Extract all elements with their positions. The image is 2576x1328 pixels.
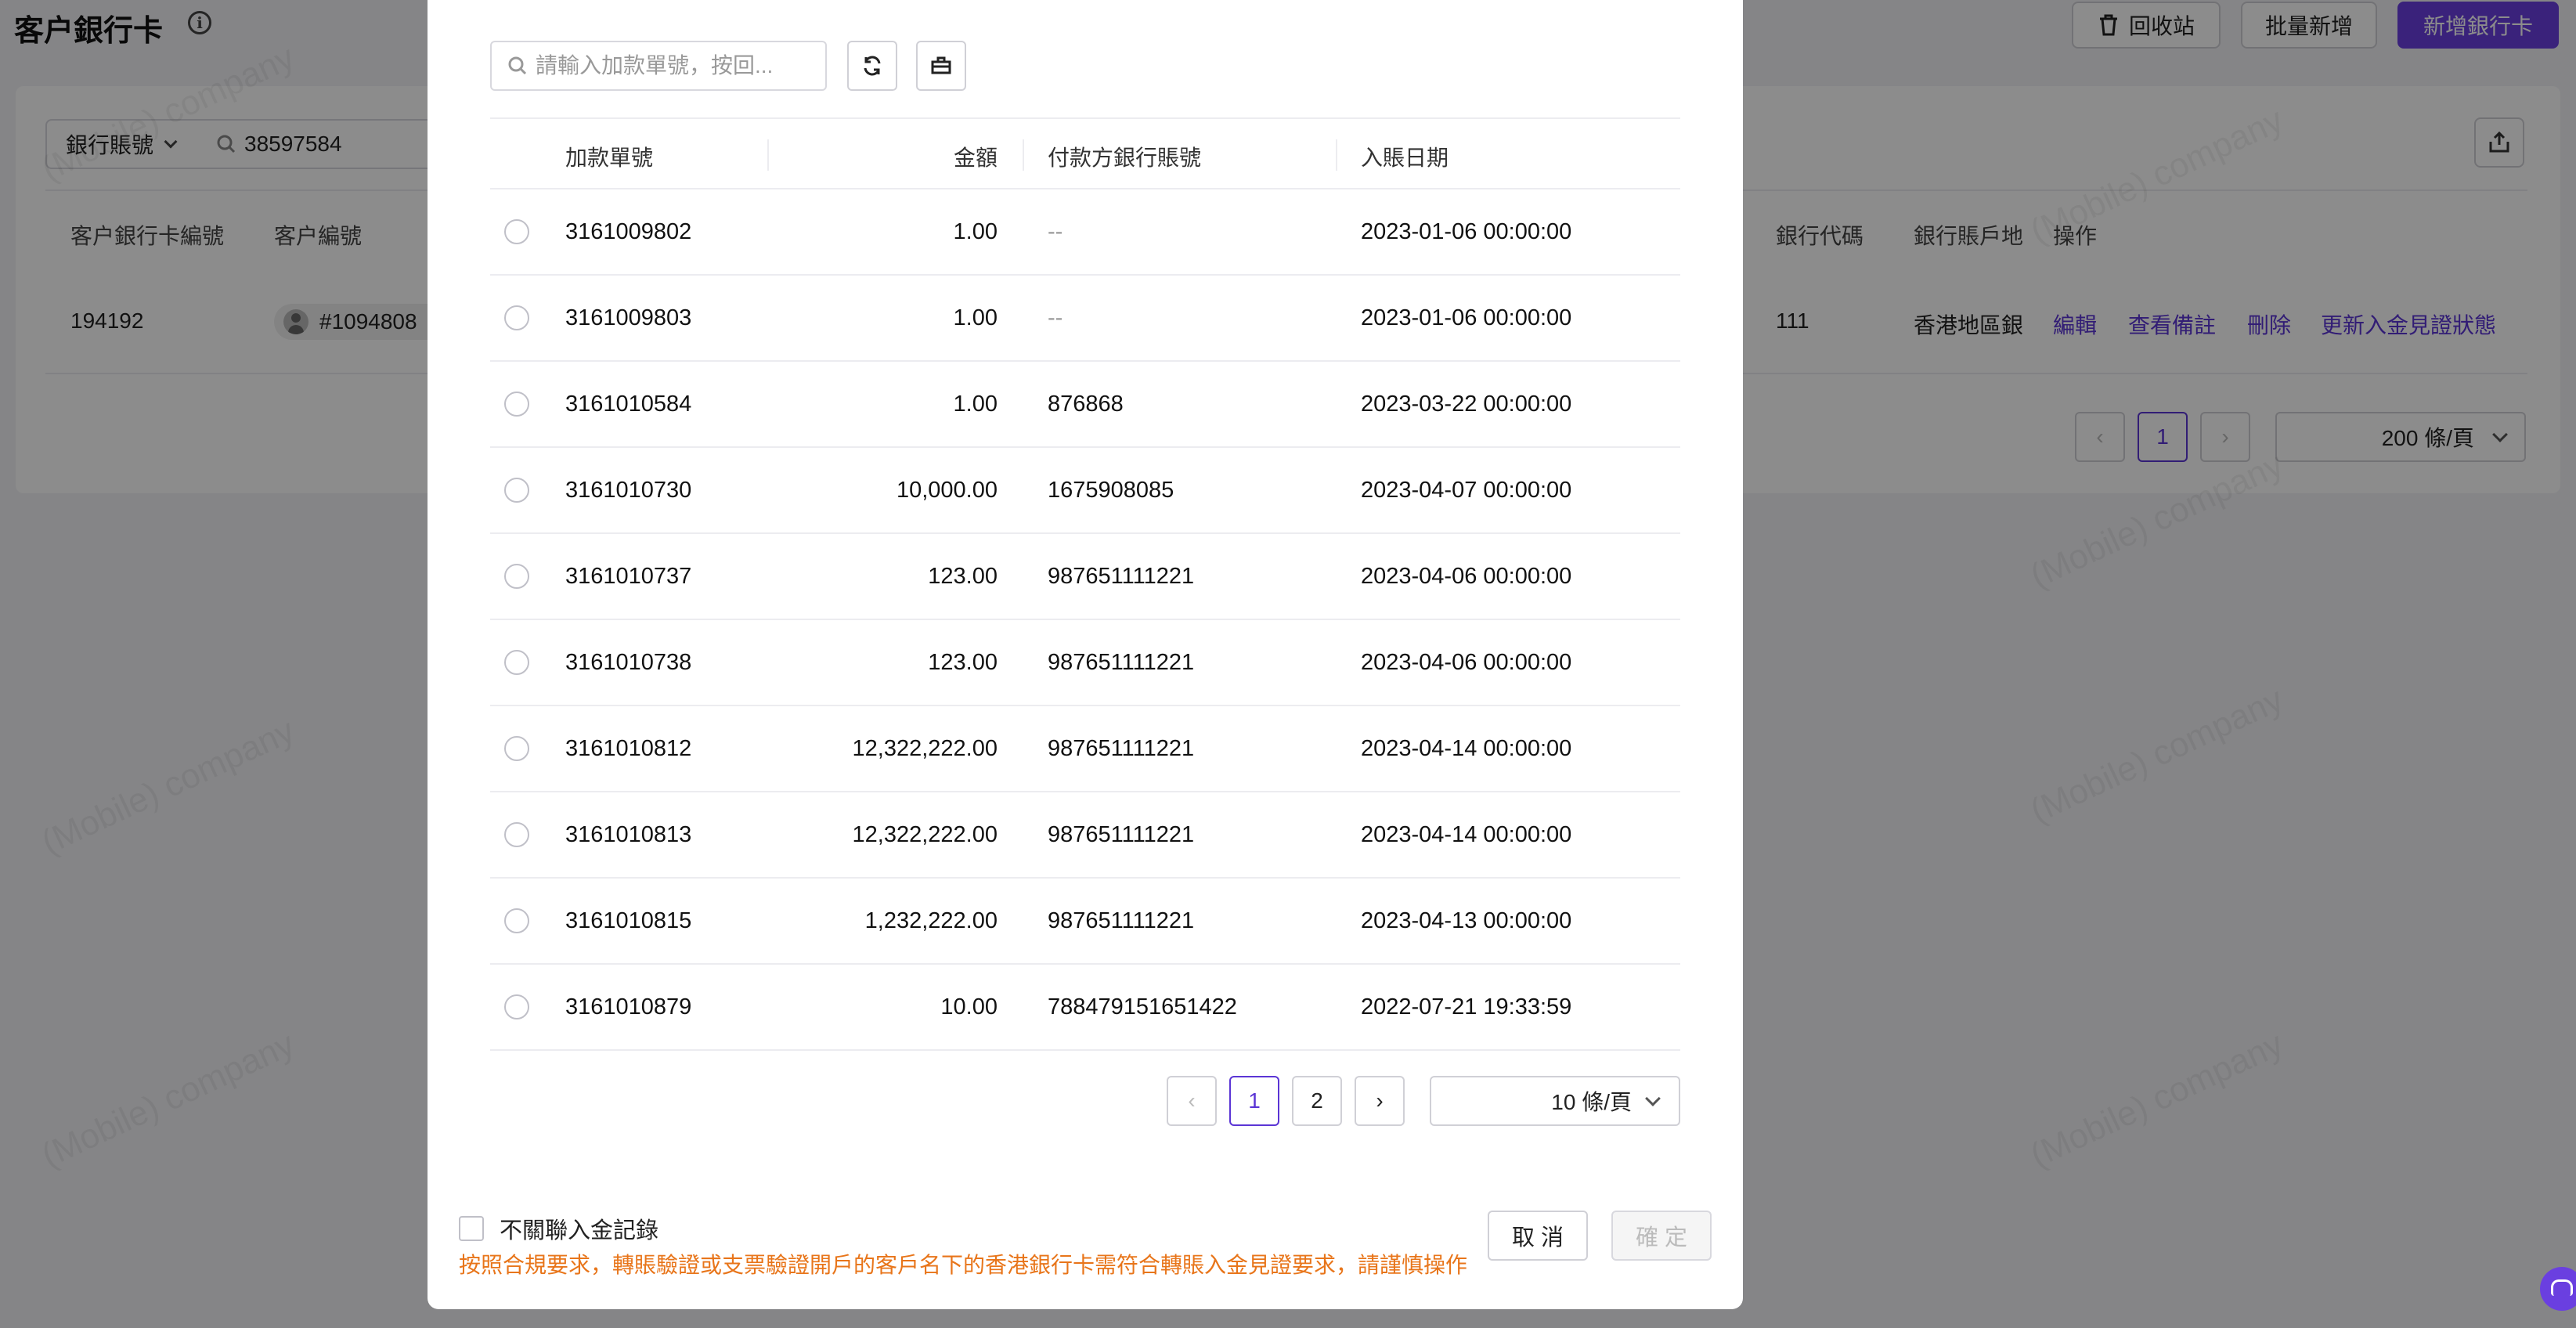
cell-date: 2023-04-06 00:00:00 [1361,650,1572,675]
cell-date: 2023-04-07 00:00:00 [1361,478,1572,503]
cell-order-no: 3161009802 [565,219,692,244]
table-row[interactable]: 3161010813 12,322,222.00 987651111221 20… [490,792,1680,879]
cell-payer-account: -- [1048,305,1063,330]
table-row[interactable]: 3161010738 123.00 987651111221 2023-04-0… [490,620,1680,706]
table-row[interactable]: 3161010879 10.00 788479151651422 2022-07… [490,965,1680,1051]
cell-amount: 12,322,222.00 [852,822,998,847]
table-row[interactable]: 3161009803 1.00 -- 2023-01-06 00:00:00 [490,276,1680,362]
row-radio[interactable] [504,219,529,244]
row-radio[interactable] [504,822,529,847]
cell-amount: 123.00 [928,564,998,589]
column-separator [767,139,769,171]
cell-amount: 1,232,222.00 [864,908,998,933]
column-header-order-no: 加款單號 [565,146,654,170]
no-deposit-link-option[interactable]: 不關聯入金記錄 [459,1212,658,1245]
cell-date: 2023-04-14 00:00:00 [1361,736,1572,761]
cell-date: 2023-04-13 00:00:00 [1361,908,1572,933]
cell-order-no: 3161009803 [565,305,692,330]
cell-amount: 10.00 [940,994,998,1019]
cell-amount: 123.00 [928,650,998,675]
cell-payer-account: 987651111221 [1048,650,1195,675]
table-row[interactable]: 3161010812 12,322,222.00 987651111221 20… [490,706,1680,792]
no-deposit-link-label: 不關聯入金記錄 [500,1218,659,1243]
table-row[interactable]: 3161010815 1,232,222.00 987651111221 202… [490,879,1680,965]
column-header-date: 入賬日期 [1361,146,1449,170]
row-radio[interactable] [504,305,529,330]
chevron-down-icon [1645,1091,1661,1106]
cell-amount: 1.00 [953,392,998,417]
cell-order-no: 3161010879 [565,994,692,1019]
cell-payer-account: -- [1048,219,1063,244]
cell-date: 2023-01-06 00:00:00 [1361,305,1572,330]
refresh-button[interactable] [847,41,897,91]
cell-payer-account: 987651111221 [1048,822,1195,847]
deposit-table: 加款單號 金額 付款方銀行賬號 入賬日期 3161009802 1.00 -- … [490,117,1680,1051]
order-search-field[interactable] [490,41,827,91]
row-radio[interactable] [504,650,529,675]
cell-amount: 10,000.00 [896,478,998,503]
table-row[interactable]: 3161010737 123.00 987651111221 2023-04-0… [490,534,1680,620]
column-header-payer-account: 付款方銀行賬號 [1048,146,1202,170]
cell-amount: 1.00 [953,219,998,244]
cell-date: 2022-07-21 19:33:59 [1361,994,1572,1019]
page-button-1[interactable]: 1 [1229,1076,1279,1126]
cell-order-no: 3161010737 [565,564,692,589]
cancel-button[interactable]: 取 消 [1488,1211,1588,1261]
order-search-input[interactable] [536,53,817,78]
column-header-amount: 金額 [953,146,998,170]
table-row[interactable]: 3161010584 1.00 876868 2023-03-22 00:00:… [490,362,1680,448]
row-radio[interactable] [504,392,529,417]
cell-payer-account: 987651111221 [1048,736,1195,761]
cell-order-no: 3161010812 [565,736,692,761]
search-icon [508,56,527,75]
cell-amount: 12,322,222.00 [852,736,998,761]
no-deposit-link-checkbox[interactable] [459,1216,484,1241]
clear-icon [931,56,951,74]
column-separator [1023,139,1024,171]
table-row[interactable]: 3161009802 1.00 -- 2023-01-06 00:00:00 [490,189,1680,276]
cell-order-no: 3161010813 [565,822,692,847]
page-size-select[interactable]: 10 條/頁 [1430,1076,1680,1126]
row-radio[interactable] [504,994,529,1019]
page-size-label: 10 條/頁 [1551,1090,1632,1114]
cell-payer-account: 987651111221 [1048,564,1195,589]
cell-payer-account: 788479151651422 [1048,994,1237,1019]
cell-order-no: 3161010738 [565,650,692,675]
cell-order-no: 3161010730 [565,478,692,503]
select-deposit-modal: 加款單號 金額 付款方銀行賬號 入賬日期 3161009802 1.00 -- … [428,0,1743,1309]
cell-date: 2023-01-06 00:00:00 [1361,219,1572,244]
table-row[interactable]: 3161010730 10,000.00 1675908085 2023-04-… [490,448,1680,534]
column-separator [1336,139,1337,171]
confirm-button[interactable]: 確 定 [1611,1211,1712,1261]
row-radio[interactable] [504,478,529,503]
cell-payer-account: 987651111221 [1048,908,1195,933]
row-radio[interactable] [504,564,529,589]
cell-date: 2023-04-14 00:00:00 [1361,822,1572,847]
cell-amount: 1.00 [953,305,998,330]
cell-order-no: 3161010815 [565,908,692,933]
cell-date: 2023-03-22 00:00:00 [1361,392,1572,417]
clear-button[interactable] [916,41,966,91]
cell-payer-account: 876868 [1048,392,1124,417]
cell-order-no: 3161010584 [565,392,692,417]
cell-payer-account: 1675908085 [1048,478,1174,503]
cell-date: 2023-04-06 00:00:00 [1361,564,1572,589]
next-page-button[interactable]: › [1355,1076,1405,1126]
table-header: 加款單號 金額 付款方銀行賬號 入賬日期 [490,117,1680,189]
row-radio[interactable] [504,736,529,761]
compliance-warning: 按照合規要求，轉賬驗證或支票驗證開戶的客戶名下的香港銀行卡需符合轉賬入金見證要求… [459,1253,1468,1277]
refresh-icon [864,56,881,76]
page-button-2[interactable]: 2 [1292,1076,1342,1126]
row-radio[interactable] [504,908,529,933]
prev-page-button[interactable]: ‹ [1167,1076,1217,1126]
